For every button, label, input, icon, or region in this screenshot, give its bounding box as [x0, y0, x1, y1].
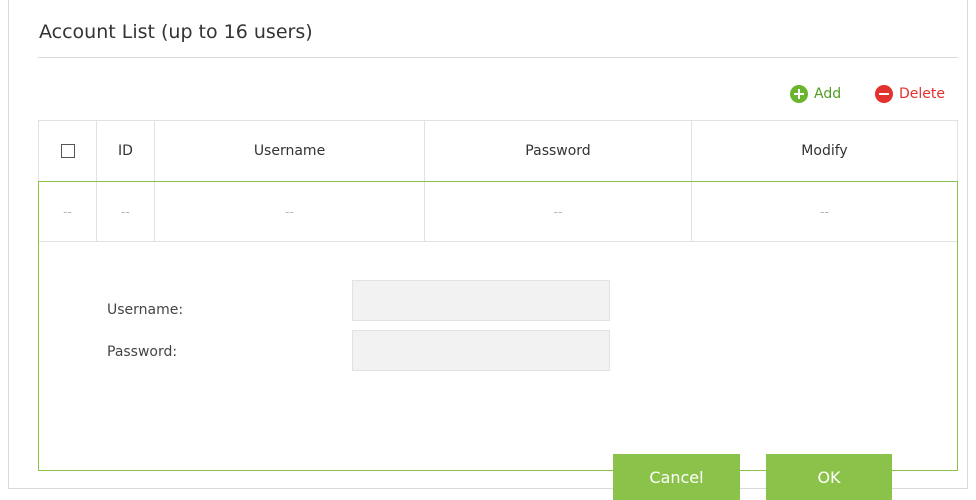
column-header-modify: Modify	[801, 143, 848, 159]
row-username-cell: --	[155, 182, 425, 241]
username-input[interactable]	[352, 280, 610, 321]
table-header-row: ID Username Password Modify	[38, 120, 958, 181]
select-all-checkbox[interactable]	[60, 144, 75, 158]
password-label: Password:	[107, 344, 178, 360]
delete-button[interactable]: Delete	[875, 85, 945, 103]
column-header-id: ID	[97, 121, 155, 181]
cancel-button[interactable]: Cancel	[613, 454, 740, 500]
header-select-cell	[39, 121, 97, 181]
add-label: Add	[814, 86, 842, 102]
account-list-panel: Account List (up to 16 users) Add Delete…	[8, 0, 968, 500]
ok-button[interactable]: OK	[766, 454, 892, 500]
row-password-cell: --	[425, 182, 692, 241]
row-id-cell: --	[97, 182, 155, 241]
title-divider	[38, 57, 958, 58]
row-modify-cell: --	[820, 204, 829, 219]
plus-circle-icon	[790, 85, 808, 103]
panel-title: Account List (up to 16 users)	[39, 21, 313, 43]
table-row: -- -- -- -- --	[39, 182, 957, 242]
row-select-cell: --	[39, 182, 97, 241]
edit-area: -- -- -- -- -- Username: Password: Cance…	[38, 181, 958, 500]
column-header-password: Password	[425, 121, 692, 181]
username-label: Username:	[107, 302, 184, 318]
column-header-username: Username	[155, 121, 425, 181]
minus-circle-icon	[875, 85, 893, 103]
add-button[interactable]: Add	[790, 85, 841, 103]
delete-label: Delete	[899, 86, 945, 102]
password-input[interactable]	[352, 330, 610, 371]
account-table: ID Username Password Modify -- -- -- -- …	[38, 120, 958, 500]
